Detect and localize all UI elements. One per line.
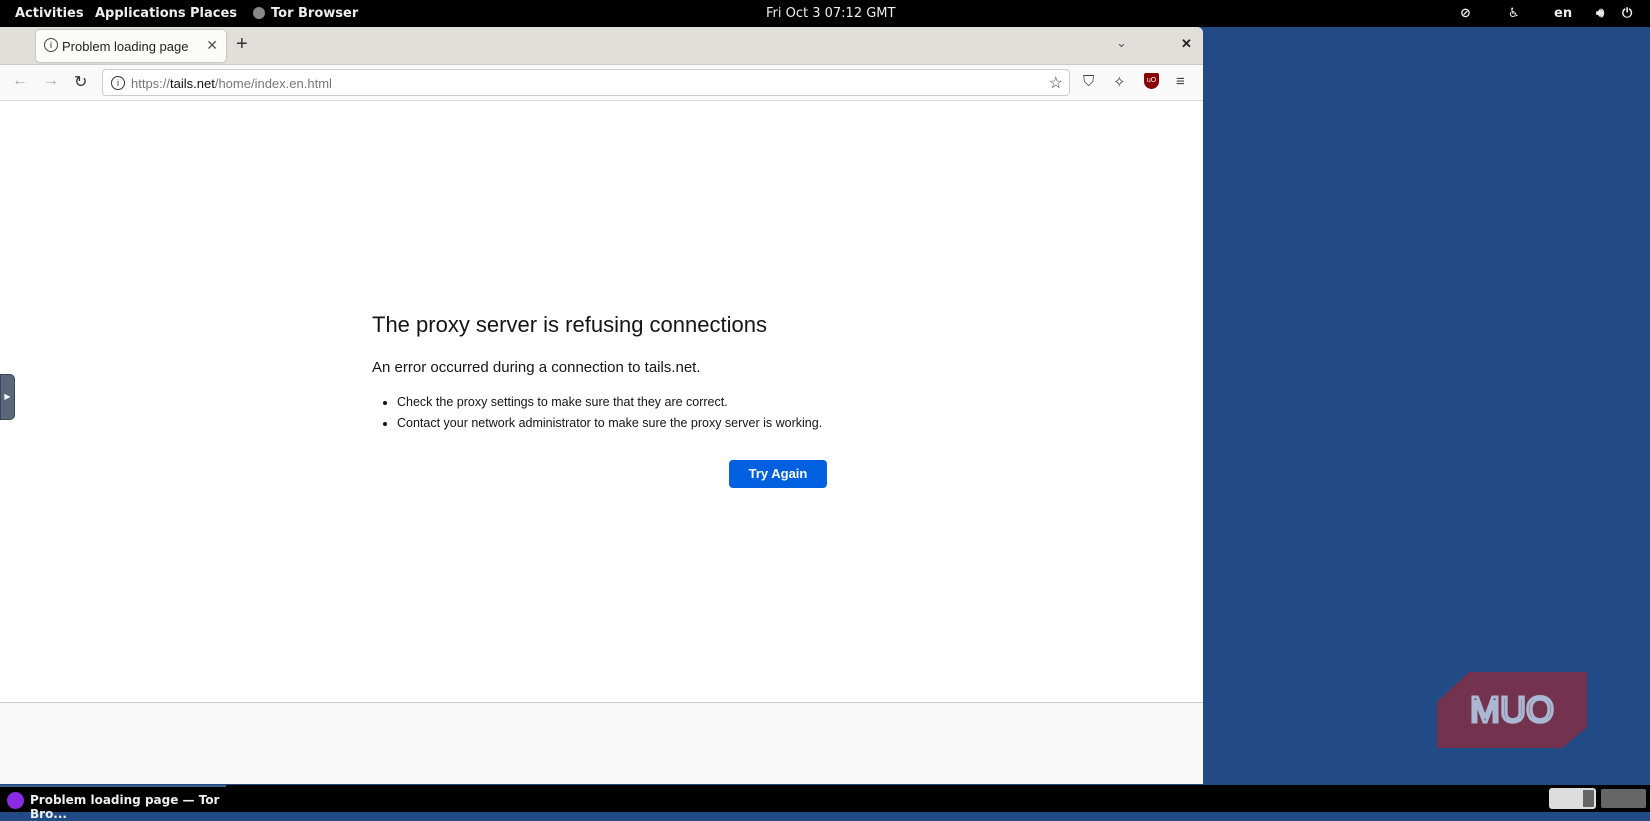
volume-icon[interactable]: 🔊︎	[1596, 6, 1604, 21]
muo-watermark-logo: MUO	[1437, 672, 1587, 748]
app-menu[interactable]: Tor Browser	[271, 6, 358, 21]
forward-button[interactable]: →	[43, 72, 59, 90]
url-domain: tails.net	[170, 76, 215, 91]
tab-problem-loading[interactable]: i Problem loading page ✕	[36, 30, 226, 62]
ublock-icon[interactable]: uO	[1144, 73, 1159, 89]
menu-hamburger-icon[interactable]: ≡	[1176, 73, 1185, 90]
places-menu[interactable]: Places	[190, 6, 237, 21]
browser-window: i Problem loading page ✕ + ⌄ ✕ ← → ↻ i h…	[0, 27, 1203, 784]
taskbar: Problem loading page — Tor Bro...	[0, 785, 1650, 821]
suggestion-item: Check the proxy settings to make sure th…	[397, 392, 822, 413]
nav-toolbar: ← → ↻ i https://tails.net/home/index.en.…	[0, 65, 1203, 101]
error-title: The proxy server is refusing connections	[372, 312, 767, 337]
keyboard-language[interactable]: en	[1554, 6, 1572, 21]
page-footer	[0, 702, 1203, 784]
site-info-icon[interactable]: i	[111, 76, 125, 90]
muo-watermark-text: MUO	[1470, 689, 1554, 730]
list-tabs-chevron-icon[interactable]: ⌄	[1116, 35, 1127, 51]
workspace-1[interactable]	[1549, 788, 1596, 809]
url-path: /home/index.en.html	[214, 76, 332, 91]
try-again-button[interactable]: Try Again	[729, 460, 827, 488]
info-icon: i	[44, 38, 58, 52]
error-page: The proxy server is refusing connections…	[0, 101, 1203, 702]
top-bar: Activities Applications Places Tor Brows…	[0, 0, 1650, 27]
power-icon[interactable]: ⏻	[1622, 6, 1632, 21]
tor-browser-icon	[7, 792, 24, 809]
close-tab-icon[interactable]: ✕	[206, 37, 218, 54]
url-prefix: https://	[131, 76, 171, 91]
accessibility-icon[interactable]: ♿	[1508, 6, 1520, 21]
tor-icon	[253, 7, 265, 19]
url-bar[interactable]: i https://tails.net/home/index.en.html ☆	[102, 69, 1070, 96]
close-window-button[interactable]: ✕	[1181, 36, 1192, 52]
taskbar-window-button[interactable]: Problem loading page — Tor Bro...	[0, 785, 226, 821]
error-subtitle: An error occurred during a connection to…	[372, 359, 701, 376]
clock[interactable]: Fri Oct 3 07:12 GMT	[766, 6, 895, 21]
new-tab-button[interactable]: +	[236, 33, 248, 56]
reload-button[interactable]: ↻	[74, 72, 87, 92]
onscreen-keyboard-handle[interactable]: ▶	[0, 374, 15, 420]
tab-bar: i Problem loading page ✕ + ⌄ ✕	[0, 27, 1203, 65]
activities-button[interactable]: Activities	[15, 6, 84, 21]
error-suggestions: Check the proxy settings to make sure th…	[397, 392, 822, 434]
taskbar-window-title: Problem loading page — Tor Bro...	[30, 793, 220, 821]
tab-title: Problem loading page	[62, 39, 189, 54]
bookmark-star-icon[interactable]: ☆	[1049, 73, 1063, 93]
workspace-2[interactable]	[1601, 789, 1646, 808]
tor-status-icon[interactable]: ⊘	[1460, 6, 1471, 21]
applications-menu[interactable]: Applications	[95, 6, 186, 21]
suggestion-item: Contact your network administrator to ma…	[397, 413, 822, 434]
back-button[interactable]: ←	[12, 72, 28, 90]
shield-icon[interactable]: ⛉	[1083, 73, 1094, 90]
new-identity-broom-icon[interactable]: ✧	[1113, 73, 1126, 91]
